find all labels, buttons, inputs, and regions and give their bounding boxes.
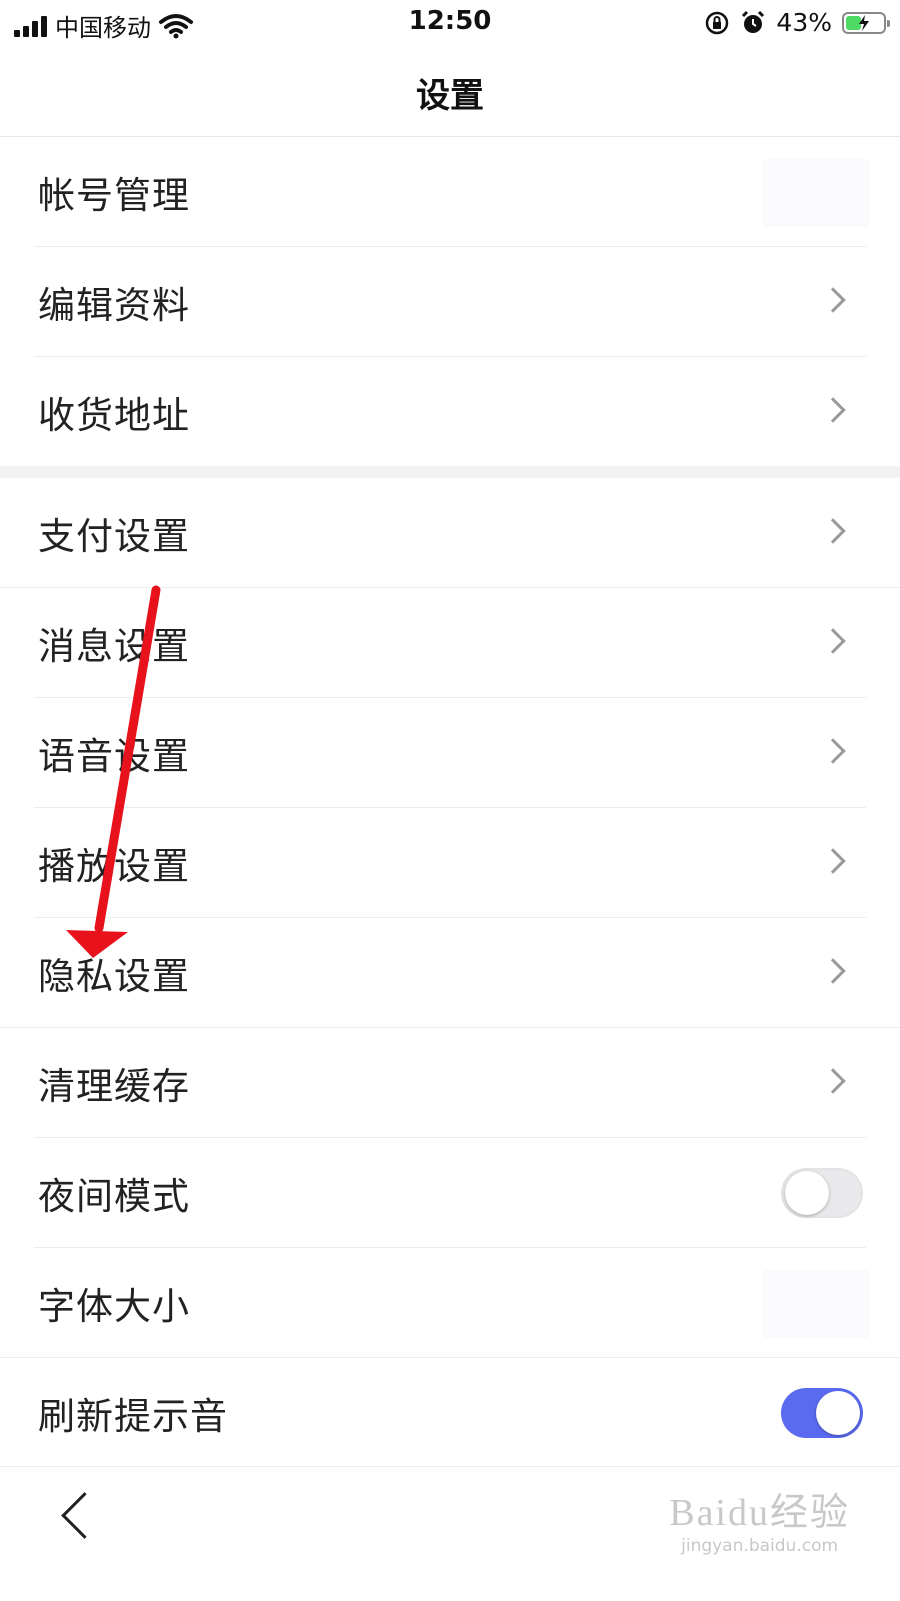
settings-item-label: 语音设置 (38, 735, 190, 778)
settings-item-label: 收货地址 (38, 394, 190, 437)
settings-item-label: 夜间模式 (38, 1175, 190, 1218)
blurred-value (762, 1270, 870, 1338)
battery-charging-icon (842, 11, 890, 34)
settings-item-privacy[interactable]: 隐私设置 (0, 918, 900, 1028)
settings-group-account: 帐号管理 编辑资料 收货地址 (0, 137, 900, 467)
chevron-right-icon (820, 518, 846, 544)
bottom-bar: Baidu经验 jingyan.baidu.com (0, 1466, 900, 1601)
watermark: Baidu经验 jingyan.baidu.com (669, 1481, 850, 1556)
status-bar: 中国移动 12:50 43% (0, 0, 900, 46)
settings-item-label: 播放设置 (38, 845, 190, 888)
chevron-right-icon (820, 848, 846, 874)
settings-item-label: 编辑资料 (38, 284, 190, 327)
back-icon[interactable] (61, 1492, 108, 1539)
refresh-sound-toggle[interactable] (781, 1388, 863, 1438)
watermark-sub: jingyan.baidu.com (681, 1536, 839, 1556)
settings-item-night-mode: 夜间模式 (0, 1138, 900, 1248)
page-title: 设置 (416, 76, 484, 116)
settings-group-general: 支付设置 消息设置 语音设置 播放设置 隐私设置 清理缓存 夜间模式 字体大小 … (0, 478, 900, 1468)
settings-item-label: 支付设置 (38, 515, 190, 558)
navigation-bar: 设置 (0, 50, 900, 137)
settings-item-account-management[interactable]: 帐号管理 (0, 137, 900, 247)
settings-item-label: 清理缓存 (38, 1065, 190, 1108)
chevron-right-icon (820, 958, 846, 984)
settings-item-playback[interactable]: 播放设置 (0, 808, 900, 918)
battery-percent: 43% (776, 8, 832, 37)
settings-item-label: 消息设置 (38, 625, 190, 668)
settings-item-clear-cache[interactable]: 清理缓存 (0, 1028, 900, 1138)
settings-item-label: 隐私设置 (38, 955, 190, 998)
alarm-icon (742, 10, 765, 33)
watermark-main: Baidu经验 (669, 1492, 850, 1534)
settings-item-payment[interactable]: 支付设置 (0, 478, 900, 588)
settings-item-shipping-address[interactable]: 收货地址 (0, 357, 900, 467)
night-mode-toggle[interactable] (781, 1168, 863, 1218)
settings-item-font-size[interactable]: 字体大小 (0, 1248, 900, 1358)
settings-item-label: 字体大小 (38, 1285, 190, 1328)
settings-item-notifications[interactable]: 消息设置 (0, 588, 900, 698)
settings-item-voice[interactable]: 语音设置 (0, 698, 900, 808)
settings-item-edit-profile[interactable]: 编辑资料 (0, 247, 900, 357)
chevron-right-icon (820, 397, 846, 423)
settings-item-label: 刷新提示音 (38, 1395, 228, 1438)
chevron-right-icon (820, 628, 846, 654)
group-divider (0, 466, 900, 478)
rotation-lock-icon (706, 11, 729, 34)
chevron-right-icon (820, 1068, 846, 1094)
settings-item-label: 帐号管理 (38, 174, 190, 217)
blurred-value (762, 159, 870, 227)
chevron-right-icon (820, 287, 846, 313)
chevron-right-icon (820, 738, 846, 764)
settings-item-refresh-sound: 刷新提示音 (0, 1358, 900, 1468)
